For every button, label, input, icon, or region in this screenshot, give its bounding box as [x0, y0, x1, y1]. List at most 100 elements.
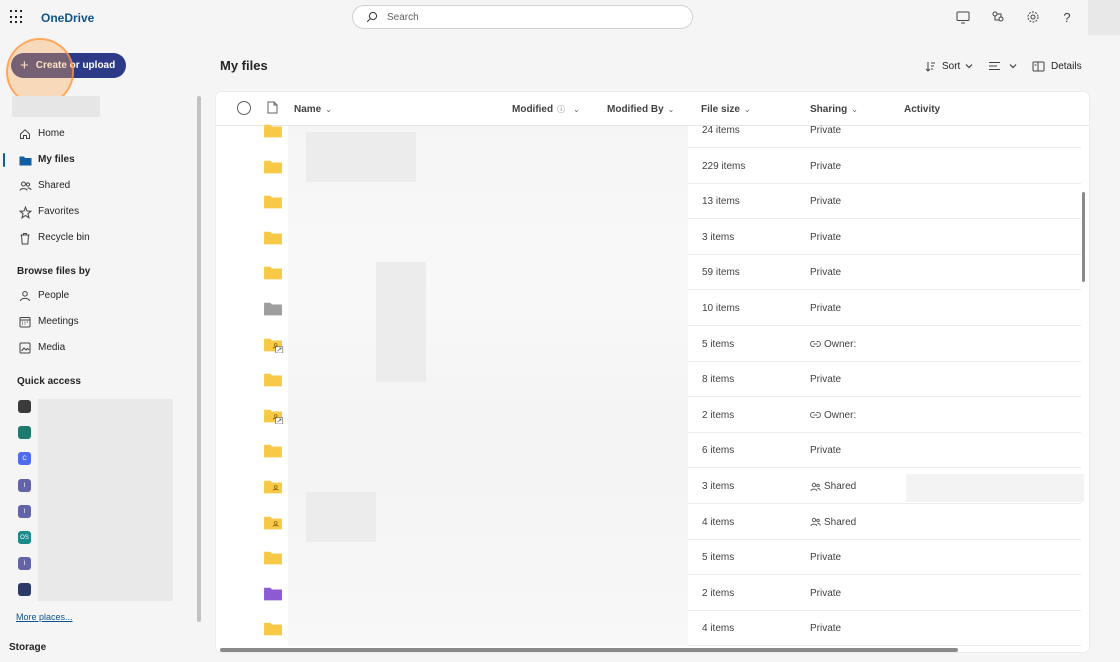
table-row[interactable]: 229 items Private — [216, 148, 1081, 184]
folder-icon — [264, 587, 282, 601]
file-size-cell: 229 items — [702, 160, 746, 172]
file-size-cell: 6 items — [702, 445, 735, 457]
table-row[interactable]: 3 items Private — [216, 219, 1081, 255]
nav-shared-label: Shared — [38, 180, 71, 191]
image-icon — [18, 341, 32, 355]
sharing-cell: Owner: — [810, 339, 856, 350]
folder-icon — [264, 623, 282, 636]
quick-access-site-2[interactable] — [18, 426, 31, 439]
folder-icon — [264, 338, 284, 353]
folder-icon — [264, 267, 282, 280]
storage-heading[interactable]: Storage — [9, 642, 46, 653]
sharing-label: Private — [810, 303, 842, 314]
table-row[interactable]: 5 items Owner: — [216, 326, 1081, 362]
quick-access-site-6[interactable]: OS — [18, 531, 31, 544]
more-places-link[interactable]: More places... — [16, 612, 73, 622]
view-options-button[interactable] — [988, 58, 1017, 74]
nav-shared[interactable]: Shared — [0, 176, 190, 196]
sharing-cell: Private — [810, 161, 841, 172]
folder-icon — [264, 373, 282, 387]
sort-button[interactable]: Sort — [925, 58, 973, 74]
nav-favorites[interactable]: Favorites — [0, 202, 190, 222]
list-horizontal-scrollbar[interactable] — [220, 648, 958, 652]
file-size-cell: 24 items — [702, 125, 740, 136]
sharing-label: Shared — [824, 516, 857, 528]
nav-favorites-label: Favorites — [38, 206, 80, 217]
nav-home-label: Home — [38, 128, 65, 139]
quick-access-site-3[interactable]: C — [18, 452, 31, 465]
sharing-cell: Private — [810, 267, 841, 278]
quick-access-site-8[interactable] — [18, 583, 31, 596]
help-icon[interactable]: ? — [1059, 9, 1075, 25]
sidebar-scrollbar[interactable] — [197, 96, 201, 622]
sharing-label: Private — [810, 445, 842, 457]
search-placeholder[interactable]: Search — [387, 12, 419, 23]
nav-home[interactable]: Home — [0, 124, 190, 144]
row-divider — [688, 645, 1081, 647]
chevron-down-icon — [1009, 64, 1017, 69]
table-row[interactable]: 6 items Private — [216, 432, 1081, 469]
sharing-label: Private — [810, 587, 842, 599]
table-row[interactable]: 2 items Owner: — [216, 397, 1081, 433]
table-row[interactable]: 24 items Private — [216, 112, 1081, 148]
details-button[interactable]: Details — [1032, 58, 1082, 74]
create-upload-label: Create or upload — [35, 60, 116, 71]
nav-recycle-bin[interactable]: Recycle bin — [0, 228, 190, 248]
nav-meetings[interactable]: Meetings — [0, 312, 190, 332]
nav-media[interactable]: Media — [0, 338, 190, 358]
file-size-cell: 5 items — [702, 338, 735, 350]
folder-icon — [18, 153, 32, 167]
plus-icon: + — [20, 57, 29, 74]
sharing-label: Owner: — [824, 338, 857, 350]
nav-my-files[interactable]: My files — [0, 150, 190, 170]
quick-access-heading: Quick access — [17, 376, 81, 387]
file-size-cell: 4 items — [702, 516, 735, 528]
file-size-cell: 10 items — [702, 303, 740, 314]
trash-icon — [18, 231, 32, 245]
quick-access-site-4[interactable]: I — [18, 479, 31, 492]
table-row[interactable]: 10 items Private — [216, 290, 1081, 326]
app-launcher-icon[interactable] — [10, 10, 24, 24]
sharing-cell: Private — [810, 445, 841, 456]
quick-access-site-5[interactable]: I — [18, 505, 31, 518]
chevron-down-icon — [965, 64, 973, 69]
link-icon — [810, 341, 821, 348]
file-size-cell: 2 items — [702, 409, 735, 421]
folder-icon — [264, 516, 282, 529]
gear-icon[interactable] — [1025, 9, 1041, 25]
list-vertical-scrollbar[interactable] — [1082, 192, 1085, 282]
people-icon — [810, 517, 821, 527]
people-icon — [810, 482, 821, 491]
table-row[interactable]: 4 items Private — [216, 610, 1081, 647]
share-network-icon[interactable] — [990, 9, 1006, 25]
folder-icon — [264, 195, 282, 209]
table-row[interactable]: 2 items Private — [216, 575, 1081, 611]
table-row[interactable]: 59 items Private — [216, 254, 1081, 291]
table-row[interactable]: 3 items Shared — [216, 468, 1081, 504]
account-avatar[interactable] — [1088, 0, 1120, 35]
page-title: My files — [220, 58, 268, 73]
create-upload-button[interactable]: + Create or upload — [11, 53, 126, 78]
table-row[interactable]: 5 items Private — [216, 539, 1081, 576]
sharing-label: Private — [810, 196, 842, 208]
file-size-cell: 3 items — [702, 231, 735, 243]
sharing-label: Private — [810, 374, 842, 386]
sharing-cell: Private — [810, 196, 841, 207]
table-row[interactable]: 8 items Private — [216, 361, 1081, 398]
monitor-icon[interactable] — [955, 9, 971, 25]
details-pane-icon — [1032, 61, 1045, 71]
nav-my-files-label: My files — [38, 154, 75, 165]
calendar-icon — [18, 315, 32, 329]
quick-access-names-redacted — [38, 399, 173, 601]
details-label: Details — [1051, 60, 1082, 72]
search-box[interactable]: Search — [352, 5, 693, 29]
table-row[interactable]: 4 items Shared — [216, 504, 1081, 540]
sharing-label: Private — [810, 160, 842, 172]
app-title[interactable]: OneDrive — [41, 11, 94, 25]
quick-access-site-7[interactable]: I — [18, 557, 31, 570]
table-row[interactable]: 13 items Private — [216, 183, 1081, 220]
link-icon — [810, 412, 821, 419]
sort-icon — [925, 61, 935, 72]
nav-people[interactable]: People — [0, 286, 190, 306]
quick-access-site-1[interactable] — [18, 400, 31, 413]
